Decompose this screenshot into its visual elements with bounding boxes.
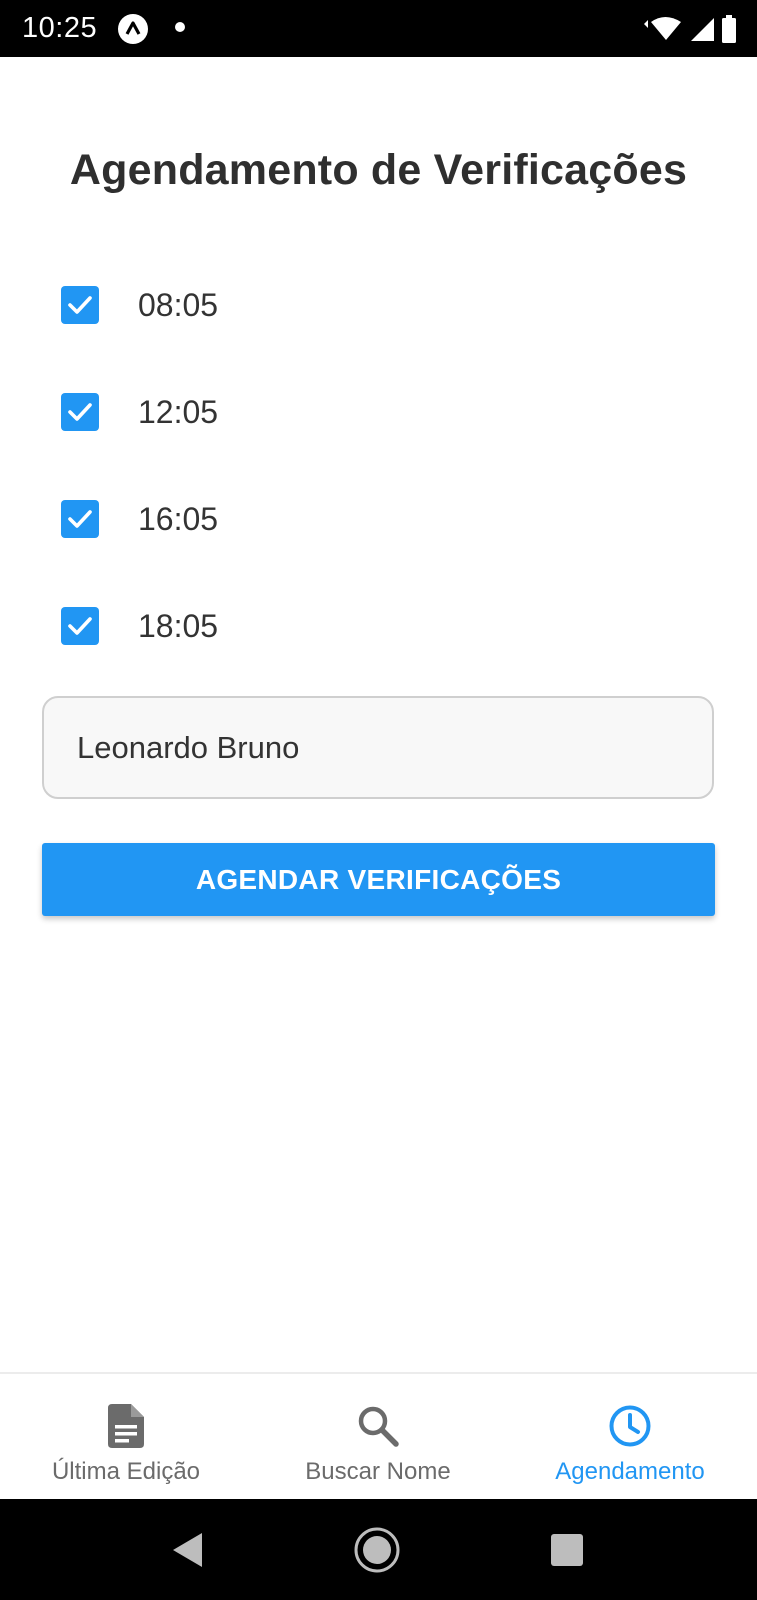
tab-ultima-edicao[interactable]: Última Edição xyxy=(0,1374,252,1501)
system-nav-bar xyxy=(0,1499,757,1600)
clock-icon xyxy=(608,1404,652,1448)
wifi-icon xyxy=(644,17,681,40)
back-button[interactable] xyxy=(164,1527,210,1573)
check-icon xyxy=(68,296,92,314)
tab-buscar-nome[interactable]: Buscar Nome xyxy=(252,1374,504,1501)
dot-icon xyxy=(175,22,185,32)
bottom-tab-bar: Última Edição Buscar Nome Agendamento xyxy=(0,1372,757,1501)
time-label: 16:05 xyxy=(138,500,219,537)
app-notification-icon xyxy=(118,14,148,44)
time-label: 18:05 xyxy=(138,607,219,644)
document-icon xyxy=(104,1404,148,1448)
time-checkbox[interactable] xyxy=(61,607,99,645)
recents-button[interactable] xyxy=(544,1527,590,1573)
schedule-time-row[interactable]: 16:05 xyxy=(61,499,218,539)
back-icon xyxy=(173,1533,202,1567)
recents-icon xyxy=(551,1534,583,1566)
name-input[interactable] xyxy=(42,696,714,799)
check-icon xyxy=(68,617,92,635)
schedule-button[interactable]: AGENDAR VERIFICAÇÕES xyxy=(42,843,715,916)
time-checkbox[interactable] xyxy=(61,500,99,538)
status-indicators xyxy=(641,14,737,44)
tab-label: Agendamento xyxy=(555,1458,705,1485)
tab-label: Última Edição xyxy=(51,1458,201,1485)
schedule-time-row[interactable]: 08:05 xyxy=(61,285,218,325)
check-icon xyxy=(68,403,92,421)
time-label: 12:05 xyxy=(138,393,219,430)
battery-icon xyxy=(722,15,736,43)
schedule-time-row[interactable]: 18:05 xyxy=(61,606,218,646)
time-label: 08:05 xyxy=(138,286,219,323)
tab-label: Buscar Nome xyxy=(305,1458,451,1485)
home-button[interactable] xyxy=(354,1527,400,1573)
check-icon xyxy=(68,510,92,528)
schedule-time-row[interactable]: 12:05 xyxy=(61,392,218,432)
time-checkbox[interactable] xyxy=(61,286,99,324)
status-bar: 10:25 xyxy=(0,0,757,57)
tab-agendamento[interactable]: Agendamento xyxy=(504,1374,756,1501)
page-title: Agendamento de Verificações xyxy=(69,146,688,194)
search-icon xyxy=(356,1404,400,1448)
signal-icon xyxy=(691,18,714,41)
time-checkbox[interactable] xyxy=(61,393,99,431)
status-time: 10:25 xyxy=(22,12,98,44)
home-icon xyxy=(354,1527,400,1573)
